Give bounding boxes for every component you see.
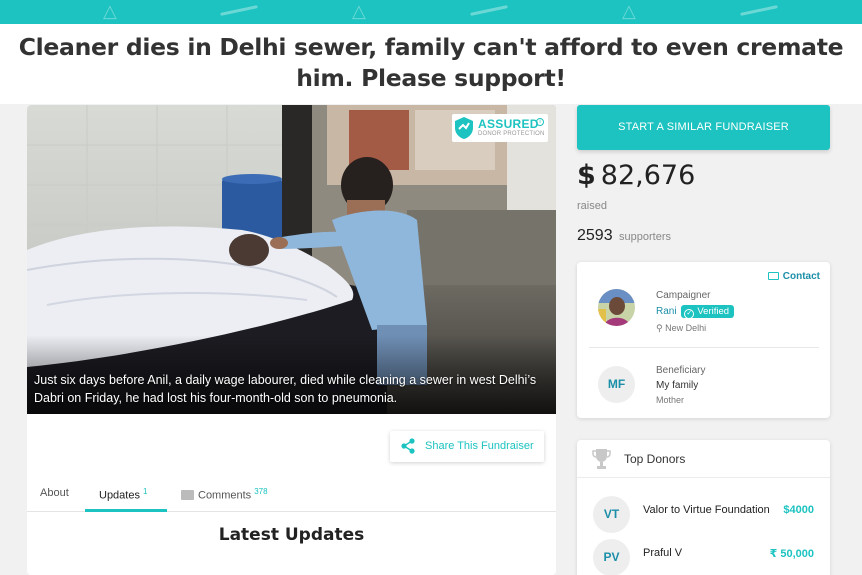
campaigner-name[interactable]: Rani ✓ Verified (656, 305, 735, 319)
comment-icon (181, 489, 194, 500)
beneficiary-label: Beneficiary (656, 365, 706, 376)
donor-avatar: PV (593, 539, 630, 575)
location-pin-icon: ⚲ (656, 323, 663, 333)
campaigner-card: Contact Campaigner Rani ✓ Verified ⚲ New … (577, 262, 830, 418)
tab-label: Updates (99, 489, 140, 502)
triangle-decoration-icon: △ (103, 1, 117, 21)
shield-icon (455, 117, 473, 139)
verified-badge: ✓ Verified (681, 305, 735, 319)
donor-name: Valor to Virtue Foundation (643, 504, 770, 516)
supporters-value: 2593 (577, 227, 613, 244)
donor-amount: ₹ 50,000 (769, 548, 814, 560)
latest-updates-heading: Latest Updates (218, 525, 365, 545)
supporters-label: supporters (619, 231, 672, 243)
top-banner: △ △ △ (0, 0, 862, 24)
verified-label: Verified (697, 306, 730, 317)
assured-subtitle: DONOR PROTECTION (478, 131, 545, 137)
hero-image[interactable]: ASSURED DONOR PROTECTION i Just six days… (27, 105, 556, 414)
comments-count: 378 (254, 487, 268, 496)
dash-decoration (220, 5, 258, 16)
assured-badge[interactable]: ASSURED DONOR PROTECTION i (452, 114, 548, 142)
dash-decoration (470, 5, 508, 16)
share-label: Share This Fundraiser (425, 440, 534, 452)
tab-updates[interactable]: Updates 1 (99, 487, 147, 502)
trophy-icon (592, 449, 611, 469)
donor-amount: $4000 (783, 504, 814, 516)
divider (589, 347, 819, 348)
beneficiary-relation: Mother (656, 395, 685, 405)
mail-icon (767, 272, 779, 280)
info-icon[interactable]: i (536, 118, 544, 126)
tab-about[interactable]: About (40, 487, 69, 499)
tab-label: About (40, 487, 69, 499)
page-title: Cleaner dies in Delhi sewer, family can'… (18, 33, 844, 92)
campaigner-location: ⚲ New Delhi (656, 323, 706, 334)
raised-amount: $82,676 (577, 160, 695, 191)
fundraiser-main-panel: ASSURED DONOR PROTECTION i Just six days… (27, 105, 556, 575)
raised-value: 82,676 (600, 160, 696, 191)
hero-caption: Just six days before Anil, a daily wage … (34, 373, 537, 405)
tab-label: Comments (198, 489, 252, 502)
campaigner-avatar (598, 289, 635, 326)
updates-count: 1 (142, 487, 148, 496)
share-icon (401, 438, 415, 454)
campaigner-label: Campaigner (656, 290, 711, 301)
check-icon: ✓ (684, 309, 695, 319)
divider (577, 477, 830, 478)
share-fundraiser-button[interactable]: Share This Fundraiser (390, 431, 544, 462)
triangle-decoration-icon: △ (352, 1, 366, 21)
supporters-count: 2593 supporters (577, 227, 671, 245)
dash-decoration (740, 5, 778, 16)
currency-symbol: $ (577, 160, 596, 191)
hero-photo (27, 105, 556, 414)
page-header: Cleaner dies in Delhi sewer, family can'… (0, 24, 862, 104)
campaigner-name-text: Rani (656, 306, 677, 317)
contact-label: Contact (782, 271, 820, 282)
triangle-decoration-icon: △ (622, 1, 636, 21)
beneficiary-avatar: MF (598, 366, 635, 403)
donor-avatar: VT (593, 496, 630, 533)
contact-link[interactable]: Contact (767, 271, 820, 282)
top-donors-card: Top Donors VT Valor to Virtue Foundation… (577, 440, 830, 575)
tab-comments[interactable]: Comments 378 (181, 487, 268, 502)
location-text: New Delhi (665, 323, 707, 333)
assured-title: ASSURED (478, 117, 539, 131)
donor-name: Praful V (643, 547, 683, 559)
start-similar-fundraiser-button[interactable]: START A SIMILAR FUNDRAISER (577, 105, 830, 150)
content-tabs: About Updates 1 Comments 378 (27, 479, 556, 512)
active-tab-indicator (85, 509, 167, 512)
beneficiary-name: My family (656, 380, 699, 391)
raised-label: raised (577, 200, 607, 212)
top-donors-title: Top Donors (624, 452, 686, 466)
